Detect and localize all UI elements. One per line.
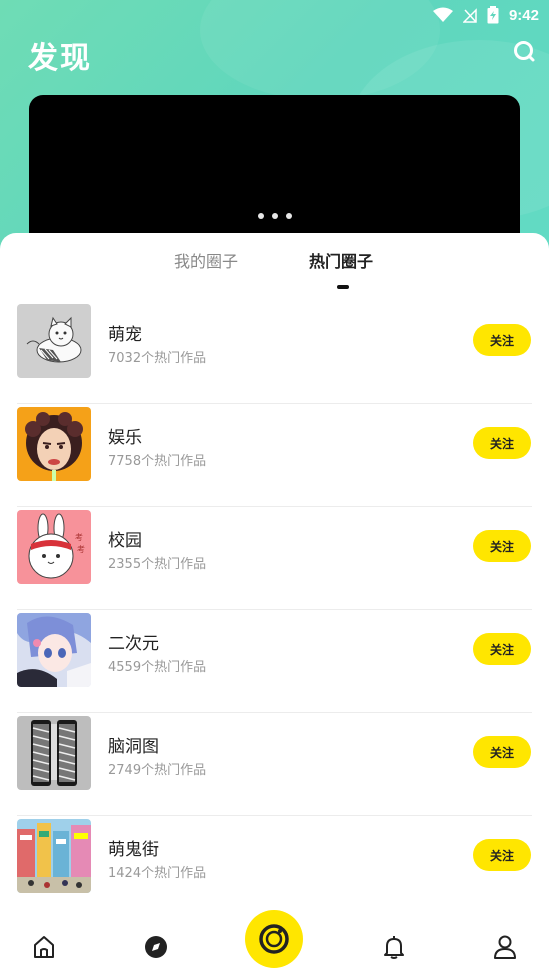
circle-count: 2355个热门作品	[108, 557, 207, 572]
signal-icon	[462, 8, 477, 23]
content-sheet: 我的圈子 热门圈子 萌宠 7032个热门作品 关注 娱乐 7758个热门作品 关…	[0, 233, 549, 976]
battery-icon	[487, 6, 499, 24]
tab-my-circles[interactable]: 我的圈子	[174, 248, 238, 272]
circle-count: 1424个热门作品	[108, 866, 207, 881]
circle-count: 2749个热门作品	[108, 763, 207, 778]
rabbit-thumbnail: 考 考	[17, 510, 91, 584]
nav-notifications[interactable]	[381, 934, 407, 960]
face-thumbnail	[17, 407, 91, 481]
list-item[interactable]: 二次元 4559个热门作品 关注	[17, 610, 532, 713]
carousel-indicator	[29, 213, 520, 219]
circle-title: 二次元	[108, 634, 159, 654]
carousel-dot	[257, 213, 264, 219]
home-icon	[34, 936, 54, 958]
svg-text:考: 考	[75, 533, 83, 542]
carousel-dot	[285, 213, 292, 219]
circle-count: 4559个热门作品	[108, 660, 207, 675]
follow-button[interactable]: 关注	[473, 839, 531, 871]
circle-title: 萌宠	[108, 325, 142, 345]
nav-discover[interactable]	[143, 934, 169, 960]
circle-list: 萌宠 7032个热门作品 关注 娱乐 7758个热门作品 关注 考 考 校园 2…	[17, 301, 532, 919]
follow-button[interactable]: 关注	[473, 427, 531, 459]
circle-count: 7758个热门作品	[108, 454, 207, 469]
svg-text:考: 考	[77, 545, 85, 554]
status-bar: 9:42	[0, 0, 549, 30]
bell-icon	[384, 936, 404, 959]
search-icon	[514, 41, 535, 62]
page-title: 发现	[28, 41, 92, 76]
banner-carousel[interactable]	[29, 95, 520, 255]
follow-button[interactable]: 关注	[473, 736, 531, 768]
street-thumbnail	[17, 819, 91, 893]
list-item[interactable]: 脑洞图 2749个热门作品 关注	[17, 713, 532, 816]
circle-title: 脑洞图	[108, 737, 159, 757]
circle-title: 萌鬼街	[108, 840, 159, 860]
nav-profile[interactable]	[492, 934, 518, 960]
cat-thumbnail	[17, 304, 91, 378]
discover-icon	[145, 936, 167, 958]
circle-title: 校园	[108, 531, 142, 551]
list-item[interactable]: 萌鬼街 1424个热门作品 关注	[17, 816, 532, 919]
tab-hot-circles[interactable]: 热门圈子	[309, 248, 373, 272]
bottom-navigation	[0, 910, 549, 976]
profile-icon	[494, 935, 516, 959]
follow-button[interactable]: 关注	[473, 324, 531, 356]
nav-home[interactable]	[31, 934, 57, 960]
camera-button[interactable]	[245, 910, 303, 968]
list-item[interactable]: 考 考 校园 2355个热门作品 关注	[17, 507, 532, 610]
carousel-dot	[271, 213, 278, 219]
status-time: 9:42	[508, 6, 539, 24]
wifi-icon	[432, 7, 453, 22]
tab-active-indicator	[337, 285, 349, 289]
list-item[interactable]: 萌宠 7032个热门作品 关注	[17, 301, 532, 404]
camera-icon	[259, 924, 289, 954]
circle-count: 7032个热门作品	[108, 351, 207, 366]
search-button[interactable]	[512, 39, 538, 65]
circle-title: 娱乐	[108, 428, 142, 448]
follow-button[interactable]: 关注	[473, 530, 531, 562]
anime-thumbnail	[17, 613, 91, 687]
tab-bar: 我的圈子 热门圈子	[0, 233, 549, 293]
list-item[interactable]: 娱乐 7758个热门作品 关注	[17, 404, 532, 507]
follow-button[interactable]: 关注	[473, 633, 531, 665]
pattern-thumbnail	[17, 716, 91, 790]
